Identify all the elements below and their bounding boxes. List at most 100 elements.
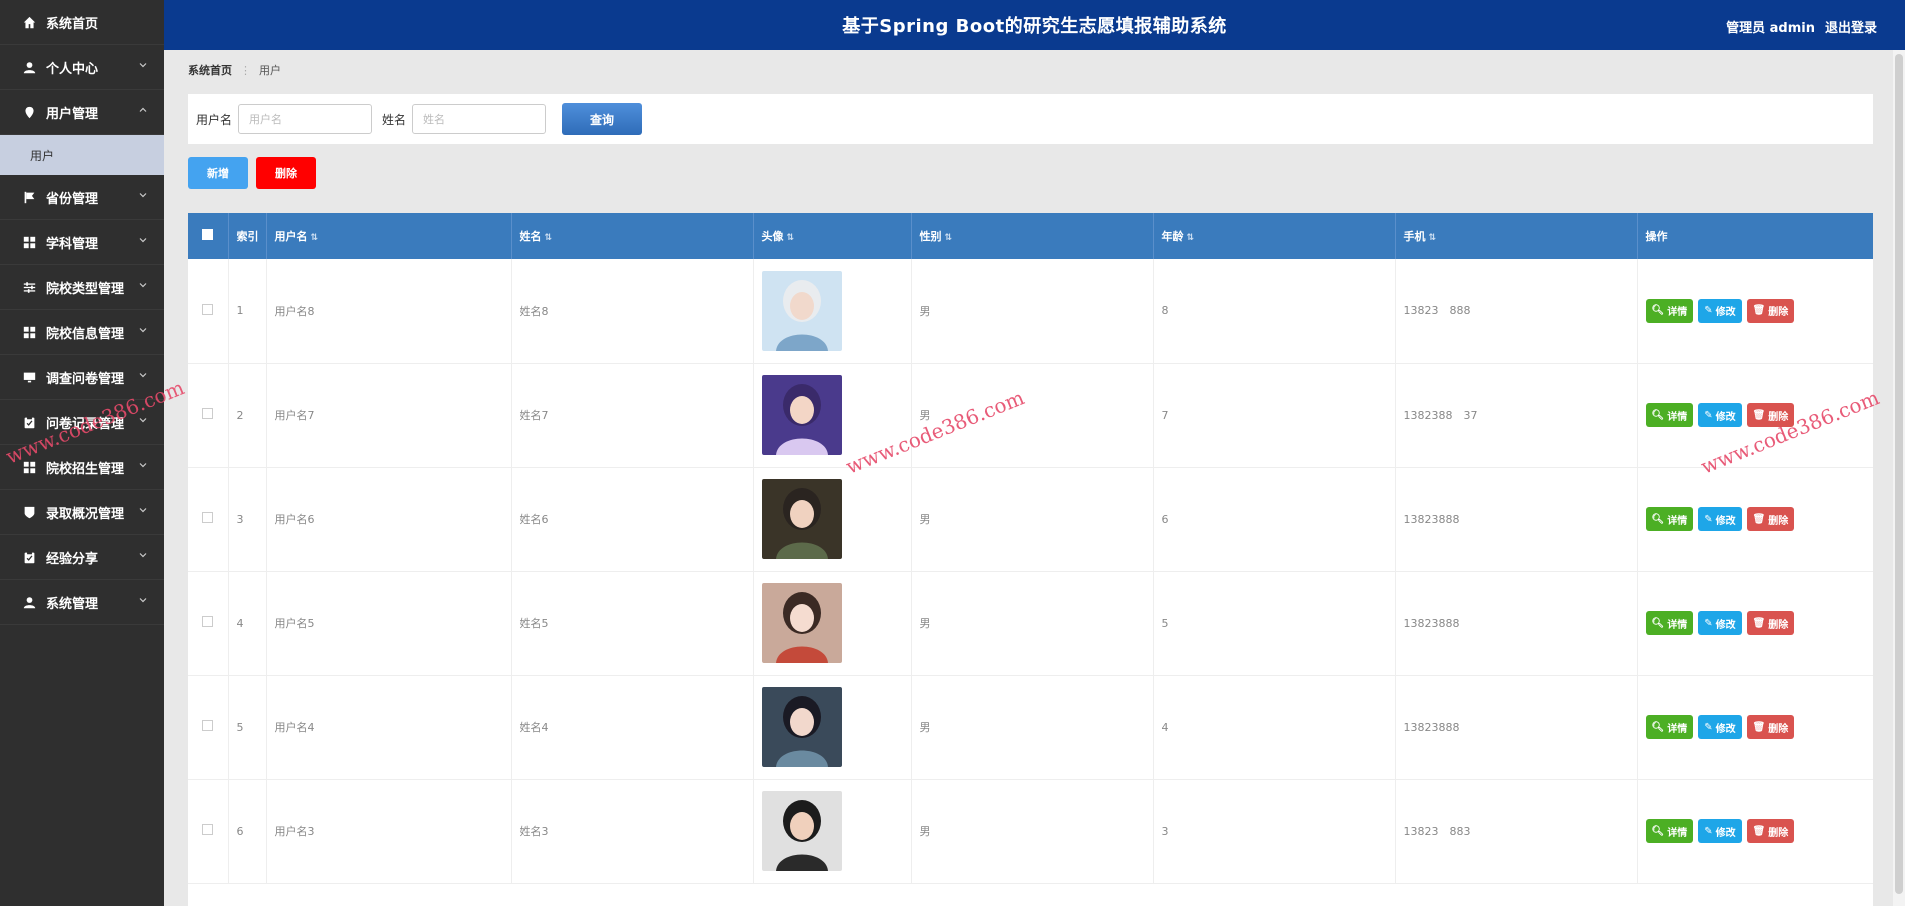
cell-index: 6 xyxy=(228,779,267,883)
delete-button[interactable]: 🗑︎ 删除 xyxy=(1746,507,1795,531)
column-header[interactable]: 手机 ⇅ xyxy=(1395,213,1638,259)
column-header-label: 性别 xyxy=(919,230,942,243)
column-header: 索引 xyxy=(228,213,267,259)
column-header[interactable]: 用户名 ⇅ xyxy=(266,213,512,259)
row-checkbox[interactable] xyxy=(202,720,214,731)
clipboard-icon xyxy=(22,415,36,429)
cell-username: 用户名3 xyxy=(266,779,512,883)
breadcrumb-home[interactable]: 系统首页 xyxy=(188,62,232,78)
chevron-down-icon xyxy=(138,369,148,379)
detail-button[interactable]: 🔍︎ 详情 xyxy=(1645,715,1694,739)
sidebar-item[interactable]: 系统管理 xyxy=(0,580,164,625)
cell-actions: 🔍︎ 详情 ✎ 修改 🗑︎ 删除 xyxy=(1637,467,1873,571)
sidebar-item[interactable]: 系统首页 xyxy=(0,0,164,45)
sidebar-item[interactable]: 省份管理 xyxy=(0,175,164,220)
sidebar-item[interactable]: 录取概况管理 xyxy=(0,490,164,535)
trash-icon: 🗑︎ xyxy=(1752,825,1766,837)
select-all-checkbox[interactable] xyxy=(202,229,214,240)
sort-icon[interactable]: ⇅ xyxy=(1429,233,1437,243)
column-header[interactable]: 头像 ⇅ xyxy=(753,213,912,259)
scrollbar-thumb[interactable] xyxy=(1895,54,1903,894)
row-checkbox[interactable] xyxy=(202,616,214,627)
row-checkbox[interactable] xyxy=(202,408,214,419)
sidebar-item[interactable]: 院校信息管理 xyxy=(0,310,164,355)
monitor-icon xyxy=(22,370,36,384)
edit-button[interactable]: ✎ 修改 xyxy=(1698,819,1742,843)
pencil-icon: ✎ xyxy=(1704,617,1713,629)
add-button[interactable]: 新增 xyxy=(188,157,248,189)
edit-button[interactable]: ✎ 修改 xyxy=(1698,298,1742,323)
cell-age: 8 xyxy=(1153,259,1396,363)
sort-icon[interactable]: ⇅ xyxy=(1187,233,1195,243)
row-select-cell xyxy=(188,571,229,675)
logout-link[interactable]: 退出登录 xyxy=(1825,17,1877,36)
person-icon xyxy=(22,595,36,609)
edit-label: 修改 xyxy=(1715,411,1736,423)
column-header[interactable]: 性别 ⇅ xyxy=(911,213,1154,259)
row-checkbox[interactable] xyxy=(202,303,214,315)
sidebar-item[interactable]: 调查问卷管理 xyxy=(0,355,164,400)
trash-icon: 🗑︎ xyxy=(1752,617,1766,629)
cell-age: 3 xyxy=(1153,779,1396,883)
sidebar-item[interactable]: 院校类型管理 xyxy=(0,265,164,310)
chevron-down-icon xyxy=(138,459,148,469)
sort-icon[interactable]: ⇅ xyxy=(787,233,795,243)
delete-button[interactable]: 🗑︎ 删除 xyxy=(1746,819,1795,843)
header-user-area: 管理员 admin 退出登录 xyxy=(1726,17,1877,36)
sort-icon[interactable]: ⇅ xyxy=(311,233,319,243)
delete-button[interactable]: 🗑︎ 删除 xyxy=(1746,298,1795,323)
query-button[interactable]: 查询 xyxy=(562,103,643,135)
row-checkbox[interactable] xyxy=(202,824,214,835)
avatar xyxy=(761,791,842,871)
sidebar-item[interactable]: 经验分享 xyxy=(0,535,164,580)
sidebar-item[interactable]: 问卷记录管理 xyxy=(0,400,164,445)
sidebar-item[interactable]: 用户管理 xyxy=(0,90,164,135)
delete-label: 删除 xyxy=(1768,307,1789,319)
chevron-down-icon xyxy=(138,279,148,289)
sidebar-item-label: 院校招生管理 xyxy=(46,461,125,477)
detail-button[interactable]: 🔍︎ 详情 xyxy=(1645,611,1694,635)
chevron-down-icon xyxy=(138,549,148,559)
cell-gender: 男 xyxy=(911,571,1154,675)
cell-name: 姓名3 xyxy=(511,779,754,883)
app-title: 基于Spring Boot的研究生志愿填报辅助系统 xyxy=(842,16,1227,37)
page-scrollbar[interactable] xyxy=(1893,50,1905,906)
detail-button[interactable]: 🔍︎ 详情 xyxy=(1645,819,1694,843)
edit-button[interactable]: ✎ 修改 xyxy=(1698,715,1742,739)
breadcrumb-separator: ⋮ xyxy=(240,63,251,77)
batch-delete-button[interactable]: 删除 xyxy=(256,157,316,189)
edit-button[interactable]: ✎ 修改 xyxy=(1698,403,1742,427)
chevron-down-icon xyxy=(138,59,148,69)
edit-button[interactable]: ✎ 修改 xyxy=(1698,507,1742,531)
breadcrumb: 系统首页 ⋮ 用户 xyxy=(188,62,281,78)
detail-button[interactable]: 🔍︎ 详情 xyxy=(1645,507,1694,531)
sidebar-item-label: 系统首页 xyxy=(46,16,99,32)
cell-name: 姓名4 xyxy=(511,675,754,779)
pencil-icon: ✎ xyxy=(1704,305,1713,317)
row-select-cell xyxy=(188,675,229,779)
sort-icon[interactable]: ⇅ xyxy=(945,233,953,243)
row-actions: 🔍︎ 详情 ✎ 修改 🗑︎ 删除 xyxy=(1645,298,1873,323)
sidebar-item[interactable]: 个人中心 xyxy=(0,45,164,90)
sidebar-item[interactable]: 学科管理 xyxy=(0,220,164,265)
detail-button[interactable]: 🔍︎ 详情 xyxy=(1645,403,1694,427)
cell-gender: 男 xyxy=(911,467,1154,571)
row-checkbox[interactable] xyxy=(202,512,214,523)
column-header[interactable]: 姓名 ⇅ xyxy=(511,213,754,259)
column-header[interactable]: 年龄 ⇅ xyxy=(1153,213,1396,259)
cell-avatar xyxy=(753,467,912,571)
username-input[interactable] xyxy=(238,104,373,134)
sidebar-subitem-user[interactable]: 用户 xyxy=(0,135,164,175)
detail-button[interactable]: 🔍︎ 详情 xyxy=(1645,298,1694,323)
sort-icon[interactable]: ⇅ xyxy=(545,233,553,243)
sidebar-item[interactable]: 院校招生管理 xyxy=(0,445,164,490)
name-input[interactable] xyxy=(412,104,547,134)
pencil-icon: ✎ xyxy=(1704,513,1713,525)
delete-button[interactable]: 🗑︎ 删除 xyxy=(1746,611,1795,635)
search-icon: 🔍︎ xyxy=(1651,825,1665,837)
delete-button[interactable]: 🗑︎ 删除 xyxy=(1746,403,1795,427)
sidebar-item-label: 经验分享 xyxy=(46,551,99,567)
grid-icon xyxy=(22,235,36,249)
delete-button[interactable]: 🗑︎ 删除 xyxy=(1746,715,1795,739)
edit-button[interactable]: ✎ 修改 xyxy=(1698,611,1742,635)
